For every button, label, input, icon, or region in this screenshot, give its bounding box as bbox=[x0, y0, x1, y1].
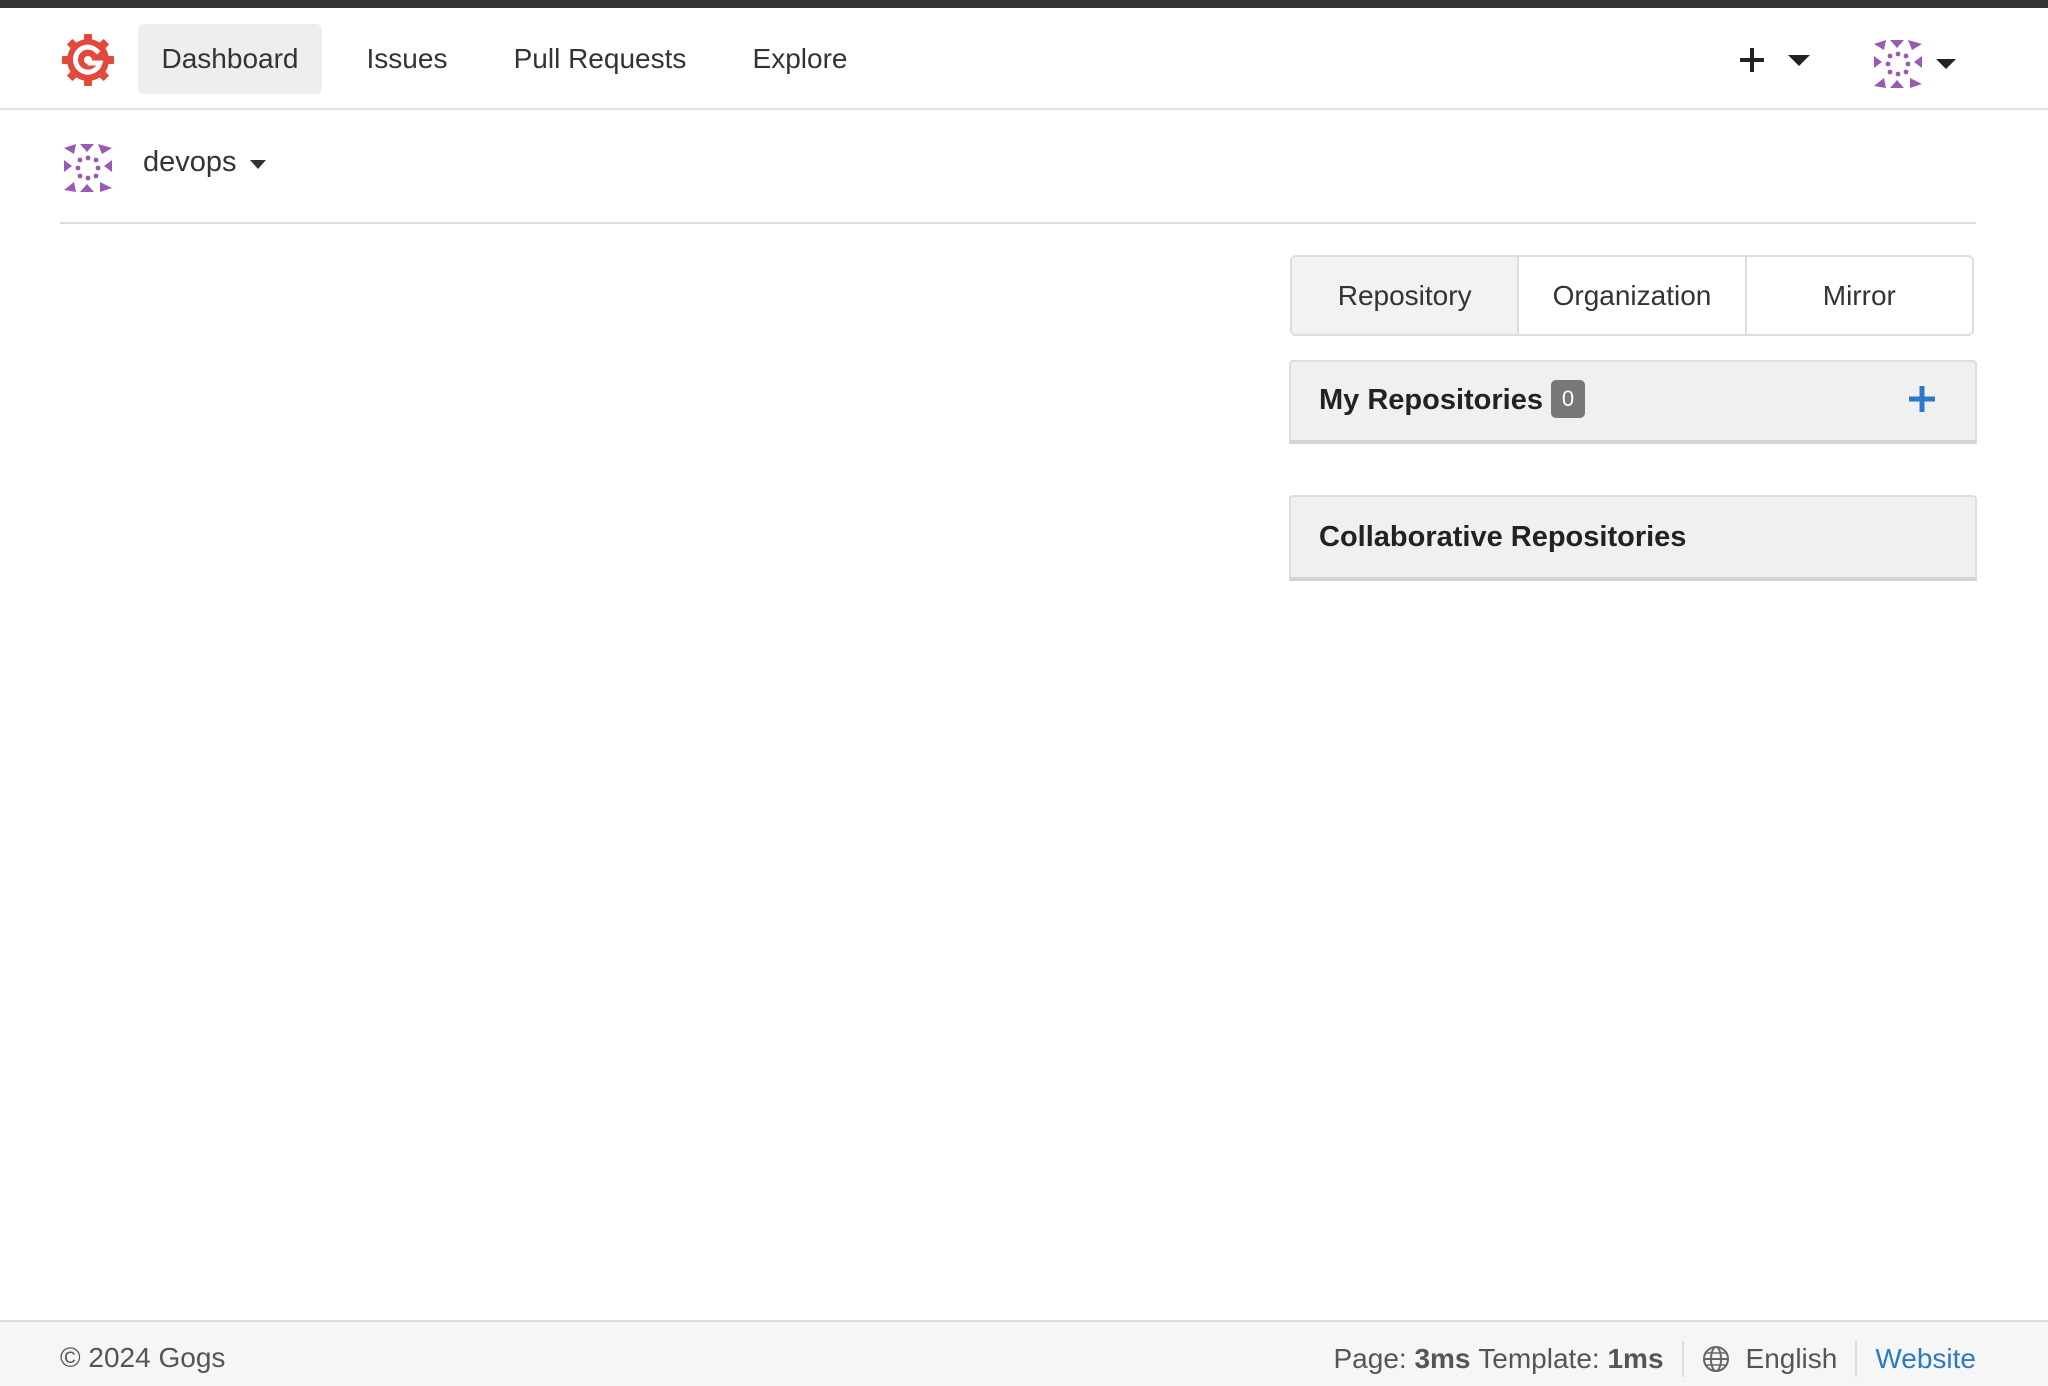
chevron-down-icon[interactable] bbox=[250, 160, 266, 169]
collaborative-repositories-panel: Collaborative Repositories bbox=[1289, 495, 1977, 581]
tab-repository[interactable]: Repository bbox=[1292, 257, 1518, 334]
nav-dashboard[interactable]: Dashboard bbox=[138, 24, 322, 94]
language-selector[interactable]: English bbox=[1702, 1343, 1838, 1375]
tab-organization[interactable]: Organization bbox=[1517, 257, 1745, 334]
my-repositories-title: My Repositories bbox=[1319, 384, 1543, 416]
user-menu-dropdown[interactable] bbox=[1870, 36, 1970, 92]
nav-explore-label: Explore bbox=[752, 43, 848, 74]
nav-issues-label: Issues bbox=[366, 43, 448, 74]
nav-issues[interactable]: Issues bbox=[346, 24, 468, 94]
nav-pull-requests-label: Pull Requests bbox=[513, 43, 687, 74]
plus-icon[interactable] bbox=[1905, 382, 1939, 416]
nav-pull-requests[interactable]: Pull Requests bbox=[497, 24, 703, 94]
website-link[interactable]: Website bbox=[1875, 1343, 1976, 1375]
globe-icon bbox=[1702, 1346, 1729, 1372]
footer-divider bbox=[1855, 1341, 1858, 1377]
footer-divider bbox=[1681, 1341, 1684, 1377]
footer-right: Page: 3ms Template: 1ms English Website bbox=[1333, 1340, 1976, 1378]
create-new-dropdown[interactable] bbox=[1730, 38, 1820, 82]
footer-copyright: © 2024 Gogs bbox=[60, 1342, 226, 1373]
repo-count-badge: 0 bbox=[1551, 380, 1585, 418]
context-username[interactable]: devops bbox=[143, 146, 237, 179]
language-label: English bbox=[1745, 1343, 1838, 1374]
nav-explore[interactable]: Explore bbox=[738, 24, 862, 94]
avatar bbox=[64, 144, 112, 192]
template-time-value: 1ms bbox=[1607, 1343, 1664, 1374]
my-repositories-panel: My Repositories 0 bbox=[1289, 360, 1977, 444]
top-accent-bar bbox=[0, 0, 2048, 8]
page-footer: © 2024 Gogs Page: 3ms Template: 1ms Engl… bbox=[0, 1320, 2048, 1386]
context-switcher: devops bbox=[60, 110, 1976, 224]
chevron-down-icon bbox=[1788, 55, 1810, 66]
plus-icon bbox=[1740, 48, 1810, 72]
chevron-down-icon bbox=[1936, 59, 1956, 69]
repo-type-tabs: Repository Organization Mirror bbox=[1290, 255, 1974, 336]
nav-dashboard-label: Dashboard bbox=[161, 43, 299, 74]
avatar bbox=[1874, 40, 1956, 88]
page-time-label: Page: bbox=[1333, 1343, 1407, 1374]
gogs-logo-icon[interactable] bbox=[62, 34, 114, 86]
top-navbar: Dashboard Issues Pull Requests Explore bbox=[0, 8, 2048, 110]
page-time-value: 3ms bbox=[1414, 1343, 1471, 1374]
template-time-label: Template: bbox=[1478, 1343, 1600, 1374]
tab-mirror[interactable]: Mirror bbox=[1744, 257, 1972, 334]
collaborative-repositories-title: Collaborative Repositories bbox=[1319, 521, 1687, 553]
